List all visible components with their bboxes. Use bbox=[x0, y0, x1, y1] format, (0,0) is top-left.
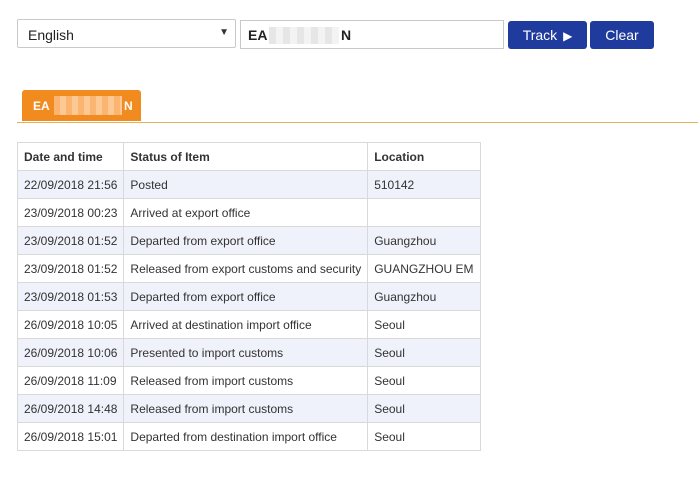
cell-status: Departed from destination import office bbox=[123, 422, 369, 451]
tracking-events-table: Date and time Status of Item Location 22… bbox=[16, 142, 481, 451]
cell-date: 22/09/2018 21:56 bbox=[16, 170, 125, 199]
table-row: 26/09/2018 10:06 Presented to import cus… bbox=[16, 338, 481, 367]
language-select-value: English bbox=[28, 27, 74, 43]
cell-date: 23/09/2018 01:52 bbox=[16, 254, 125, 283]
table-row: 23/09/2018 01:52 Released from export cu… bbox=[16, 254, 481, 283]
table-row: 26/09/2018 10:05 Arrived at destination … bbox=[16, 310, 481, 339]
table-header-row: Date and time Status of Item Location bbox=[16, 142, 481, 171]
cell-status: Arrived at export office bbox=[123, 198, 369, 227]
redacted-tab-label-mask bbox=[54, 96, 122, 115]
table-row: 23/09/2018 00:23 Arrived at export offic… bbox=[16, 198, 481, 227]
cell-location: 510142 bbox=[367, 170, 481, 199]
cell-date: 23/09/2018 00:23 bbox=[16, 198, 125, 227]
tab-label-suffix: N bbox=[124, 99, 133, 113]
tab-label-prefix: EA bbox=[33, 99, 50, 113]
table-row: 26/09/2018 11:09 Released from import cu… bbox=[16, 366, 481, 395]
track-button-label: Track bbox=[522, 27, 558, 43]
clear-button[interactable]: Clear bbox=[590, 21, 654, 49]
cell-location: Seoul bbox=[367, 310, 481, 339]
chevron-down-icon: ▼ bbox=[219, 27, 229, 38]
table-row: 26/09/2018 15:01 Departed from destinati… bbox=[16, 422, 481, 451]
tracking-number-input[interactable]: EA N bbox=[240, 20, 504, 49]
cell-location: Guangzhou bbox=[367, 282, 481, 311]
cell-location: Seoul bbox=[367, 422, 481, 451]
cell-status: Arrived at destination import office bbox=[123, 310, 369, 339]
track-button[interactable]: Track ▶ bbox=[508, 21, 587, 49]
cell-date: 26/09/2018 10:05 bbox=[16, 310, 125, 339]
cell-location: Seoul bbox=[367, 338, 481, 367]
cell-status: Released from export customs and securit… bbox=[123, 254, 369, 283]
table-row: 22/09/2018 21:56 Posted 510142 bbox=[16, 170, 481, 199]
cell-status: Departed from export office bbox=[123, 282, 369, 311]
cell-location: Seoul bbox=[367, 394, 481, 423]
tracking-number-prefix: EA bbox=[248, 27, 268, 43]
cell-date: 23/09/2018 01:53 bbox=[16, 282, 125, 311]
cell-status: Presented to import customs bbox=[123, 338, 369, 367]
column-header-location: Location bbox=[367, 142, 481, 171]
cell-status: Departed from export office bbox=[123, 226, 369, 255]
tracking-number-suffix: N bbox=[341, 27, 352, 43]
redacted-tracking-number-mask bbox=[269, 27, 339, 44]
table-row: 26/09/2018 14:48 Released from import cu… bbox=[16, 394, 481, 423]
cell-location: Guangzhou bbox=[367, 226, 481, 255]
column-header-date: Date and time bbox=[16, 142, 125, 171]
cell-date: 26/09/2018 10:06 bbox=[16, 338, 125, 367]
cell-status: Released from import customs bbox=[123, 394, 369, 423]
cell-location: GUANGZHOU EM bbox=[367, 254, 481, 283]
tab-tracking-result[interactable]: EA N bbox=[22, 90, 141, 121]
cell-status: Released from import customs bbox=[123, 366, 369, 395]
table-row: 23/09/2018 01:52 Departed from export of… bbox=[16, 226, 481, 255]
cell-date: 26/09/2018 15:01 bbox=[16, 422, 125, 451]
cell-date: 23/09/2018 01:52 bbox=[16, 226, 125, 255]
play-icon: ▶ bbox=[563, 29, 573, 43]
language-select[interactable]: English ▼ bbox=[17, 19, 236, 48]
cell-location bbox=[367, 198, 481, 227]
table-row: 23/09/2018 01:53 Departed from export of… bbox=[16, 282, 481, 311]
result-tab-strip: EA N bbox=[17, 90, 698, 123]
column-header-status: Status of Item bbox=[123, 142, 369, 171]
cell-location: Seoul bbox=[367, 366, 481, 395]
cell-status: Posted bbox=[123, 170, 369, 199]
cell-date: 26/09/2018 11:09 bbox=[16, 366, 125, 395]
cell-date: 26/09/2018 14:48 bbox=[16, 394, 125, 423]
